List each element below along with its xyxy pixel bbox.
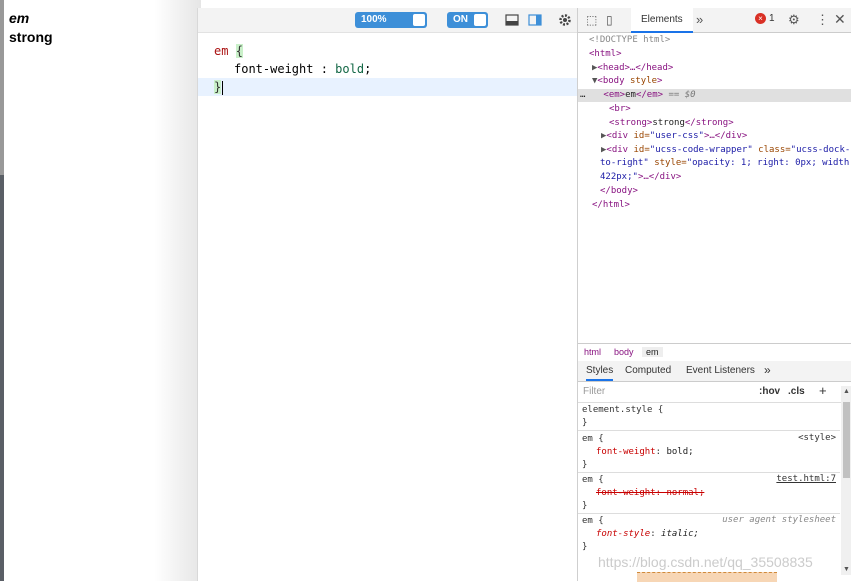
dom-em-selected[interactable]: … <em>em</em> == $0 — [578, 89, 851, 102]
breadcrumb: html body em — [578, 343, 851, 362]
text-cursor — [222, 80, 224, 95]
styles-tabbar: Styles Computed Event Listeners » — [578, 361, 851, 382]
watermark: https://blog.csdn.net/qq_35508835 — [598, 554, 813, 570]
code-line-1: em { — [214, 42, 243, 60]
dom-body-close[interactable]: </body> — [600, 185, 638, 198]
breadcrumb-body[interactable]: body — [614, 347, 634, 357]
more-panes-icon[interactable]: » — [764, 363, 771, 377]
on-label: ON — [453, 14, 468, 25]
zoom-knob — [413, 14, 425, 26]
new-rule-icon[interactable]: + — [819, 383, 827, 398]
devtools-settings-icon[interactable]: ⚙ — [788, 12, 800, 28]
device-toggle-icon[interactable]: ▯ — [606, 13, 613, 27]
settings-gear-icon[interactable] — [558, 13, 572, 27]
zoom-label: 100% — [361, 14, 387, 25]
code-line-3: } — [198, 78, 578, 96]
rule-declaration: font-style: italic; — [596, 529, 699, 539]
dom-html-close[interactable]: </html> — [592, 199, 630, 212]
tab-elements[interactable]: Elements — [631, 8, 693, 33]
css-value: bold — [335, 62, 365, 76]
rule-close: } — [582, 460, 588, 470]
dock-bottom-icon[interactable] — [505, 13, 519, 27]
dom-head[interactable]: ▶<head>…</head> — [592, 62, 673, 75]
error-count[interactable]: 1 — [769, 13, 775, 24]
error-icon[interactable]: × — [755, 13, 766, 24]
devtools-toolbar: ⬚ ▯ Elements » × 1 ⚙ ⋮ ✕ — [578, 8, 851, 33]
cls-toggle[interactable]: .cls — [788, 386, 805, 397]
rule-close: } — [582, 542, 588, 552]
scroll-thumb[interactable] — [843, 402, 850, 478]
on-toggle[interactable]: ON — [447, 12, 488, 28]
inspect-element-icon[interactable]: ⬚ — [586, 13, 597, 27]
dock-right-icon[interactable] — [528, 13, 542, 27]
dom-br[interactable]: <br> — [609, 103, 631, 116]
rule-element-style: element.style { } — [578, 404, 840, 431]
styles-filter-bar: Filter :hov .cls + — [578, 382, 851, 403]
dom-strong[interactable]: <strong>strong</strong> — [609, 117, 734, 130]
rule-declaration[interactable]: font-weight: bold; — [578, 446, 840, 459]
more-options-icon[interactable]: ⋮ — [816, 12, 829, 28]
rule-em-style-tag: <style> em { font-weight: bold; } — [578, 433, 840, 473]
filter-input[interactable]: Filter — [583, 386, 605, 397]
hov-toggle[interactable]: :hov — [759, 386, 780, 397]
css-editor-panel: 100% ON em { font-weight : bold; } — [197, 8, 578, 581]
dom-div-user-css[interactable]: ▶<div id="user-css">…</div> — [601, 130, 747, 143]
page-strong-text: strong — [9, 29, 53, 45]
rule-selector[interactable]: element.style { — [578, 404, 840, 417]
zoom-toggle[interactable]: 100% — [355, 12, 427, 28]
css-separator: : — [313, 62, 336, 76]
dom-html-open[interactable]: <html> — [589, 48, 622, 61]
open-brace: { — [235, 44, 243, 58]
rule-em-user-agent: user agent stylesheet em { font-style: i… — [578, 515, 840, 554]
dom-doctype[interactable]: <!DOCTYPE html> — [589, 34, 670, 47]
rule-close: } — [582, 501, 588, 511]
close-brace: } — [214, 80, 222, 94]
editor-toolbar: 100% ON — [198, 8, 578, 33]
dom-div-code-wrapper-end: 422px;">…</div> — [600, 172, 682, 182]
dom-div-code-wrapper[interactable]: ▶<div id="ucss-code-wrapper" class="ucss… — [601, 144, 850, 157]
rule-em-test-html: test.html:7 em { font-weight: normal; } — [578, 474, 840, 514]
rule-source-link[interactable]: test.html:7 — [776, 474, 836, 484]
more-tabs-icon[interactable]: » — [696, 12, 703, 27]
page-content: em strong — [4, 0, 201, 581]
scroll-down-icon[interactable]: ▼ — [843, 566, 850, 573]
tab-computed[interactable]: Computed — [625, 365, 671, 376]
breadcrumb-em[interactable]: em — [642, 347, 663, 357]
rule-source: user agent stylesheet — [722, 515, 836, 525]
rule-source: <style> — [798, 433, 836, 443]
tab-styles[interactable]: Styles — [586, 365, 614, 381]
styles-scrollbar[interactable]: ▲ ▼ — [841, 386, 851, 575]
close-icon[interactable]: ✕ — [834, 11, 846, 28]
rule-close: } — [582, 418, 588, 428]
code-line-2: font-weight : bold; — [234, 60, 371, 78]
editor-shadow — [154, 0, 201, 581]
page-em-text: em — [9, 10, 30, 26]
css-semicolon: ; — [364, 62, 372, 76]
rule-declaration-overridden[interactable]: font-weight: normal; — [578, 487, 840, 500]
scroll-up-icon[interactable]: ▲ — [843, 388, 850, 395]
breadcrumb-html[interactable]: html — [584, 347, 601, 357]
dom-body-open[interactable]: ▼<body style> — [592, 75, 662, 88]
dom-div-code-wrapper-cont: to-right" style="opacity: 1; right: 0px;… — [600, 158, 851, 168]
tab-event-listeners[interactable]: Event Listeners — [686, 365, 755, 376]
css-property: font-weight — [234, 62, 314, 76]
css-selector: em — [214, 44, 229, 58]
devtools-panel: ⬚ ▯ Elements » × 1 ⚙ ⋮ ✕ <!DOCTYPE html>… — [577, 8, 851, 581]
on-knob — [474, 14, 486, 26]
